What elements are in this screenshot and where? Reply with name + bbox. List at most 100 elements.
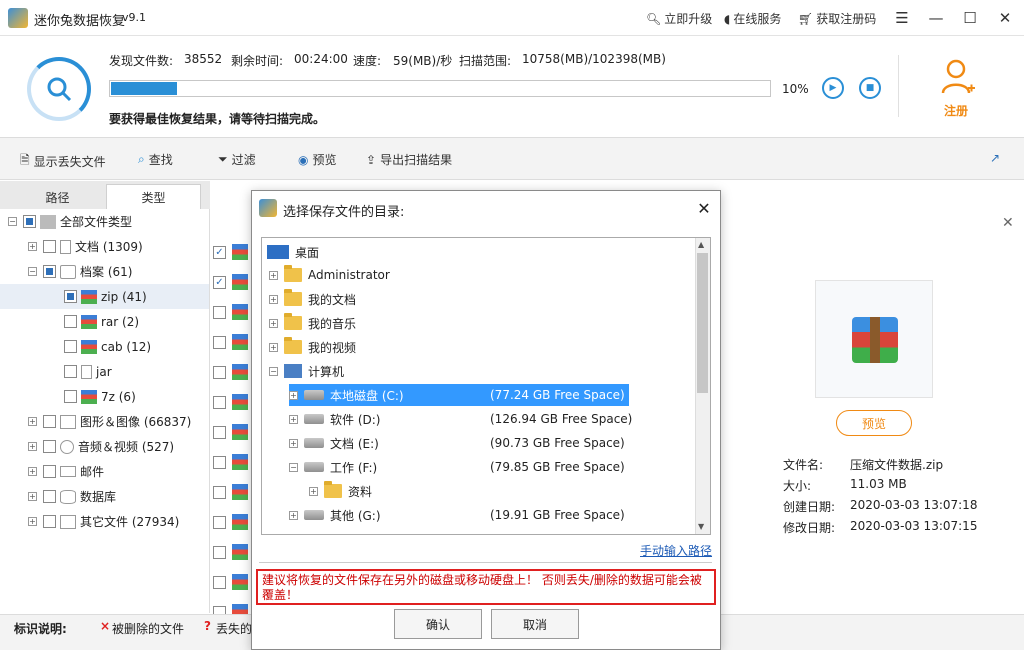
expand-icon[interactable]: + xyxy=(269,270,278,280)
expand-icon[interactable]: + xyxy=(289,438,298,448)
expand-icon[interactable]: + xyxy=(269,342,278,352)
export-results-button[interactable]: ⇪ 导出扫描结果 xyxy=(366,151,452,168)
expand-icon[interactable]: + xyxy=(28,517,37,526)
checkbox[interactable] xyxy=(43,515,56,528)
tree-item-rar[interactable]: rar (2) xyxy=(0,309,209,334)
expand-icon[interactable]: + xyxy=(28,242,37,251)
tree-item-database[interactable]: + 数据库 xyxy=(0,484,209,509)
tree-item-images[interactable]: + 图形＆图像 (66837) xyxy=(0,409,209,434)
dir-folder-ziliao[interactable]: + 资料 xyxy=(309,480,372,502)
dir-drive-e[interactable]: + 文档 (E:) (90.73 GB Free Space) xyxy=(289,432,625,454)
dir-drive-d[interactable]: + 软件 (D:) (126.94 GB Free Space) xyxy=(289,408,632,430)
row-checkbox[interactable] xyxy=(213,455,226,469)
expand-icon[interactable]: + xyxy=(269,294,278,304)
row-checkbox[interactable] xyxy=(213,275,226,289)
get-code-link[interactable]: 🛒︎ 获取注册码 xyxy=(798,10,876,27)
cancel-button[interactable]: 取消 xyxy=(491,609,579,639)
dir-administrator[interactable]: + Administrator xyxy=(269,264,390,286)
expand-icon[interactable]: + xyxy=(309,486,318,496)
find-button[interactable]: ⌕ 查找 xyxy=(138,151,173,168)
tab-type[interactable]: 类型 xyxy=(106,184,201,210)
menu-button[interactable]: ☰ xyxy=(889,6,915,30)
file-list-row[interactable] xyxy=(213,334,248,350)
online-service-link[interactable]: ◖ 在线服务 xyxy=(724,10,781,27)
row-checkbox[interactable] xyxy=(213,335,226,349)
dialog-close-button[interactable]: ✕ xyxy=(694,198,714,218)
collapse-icon[interactable]: − xyxy=(289,462,298,472)
tree-item-archives[interactable]: − 档案 (61) xyxy=(0,259,209,284)
expand-icon[interactable]: + xyxy=(269,318,278,328)
checkbox[interactable] xyxy=(43,440,56,453)
resume-button[interactable]: ▶ xyxy=(822,77,844,99)
checkbox[interactable] xyxy=(64,315,77,328)
checkbox[interactable] xyxy=(23,215,36,228)
tab-path[interactable]: 路径 xyxy=(10,184,105,210)
stop-button[interactable]: ■ xyxy=(859,77,881,99)
confirm-button[interactable]: 确认 xyxy=(394,609,482,639)
row-checkbox[interactable] xyxy=(213,365,226,379)
dir-my-videos[interactable]: + 我的视频 xyxy=(269,336,356,358)
dir-drive-f[interactable]: − 工作 (F:) (79.85 GB Free Space) xyxy=(289,456,625,478)
expand-icon[interactable]: + xyxy=(28,417,37,426)
checkbox[interactable] xyxy=(43,240,56,253)
dir-my-music[interactable]: + 我的音乐 xyxy=(269,312,356,334)
checkbox[interactable] xyxy=(64,290,77,303)
show-lost-files-button[interactable]: 🗎︎ 显示丢失文件 xyxy=(20,151,106,172)
file-list-row[interactable] xyxy=(213,244,248,260)
tree-item-7z[interactable]: 7z (6) xyxy=(0,384,209,409)
row-checkbox[interactable] xyxy=(213,425,226,439)
row-checkbox[interactable] xyxy=(213,395,226,409)
preview-toolbar-button[interactable]: ◉ 预览 xyxy=(298,151,337,168)
file-list-row[interactable] xyxy=(213,364,248,380)
row-checkbox[interactable] xyxy=(213,575,226,589)
scroll-up-icon[interactable]: ▲ xyxy=(698,240,704,249)
dir-desktop[interactable]: 桌面 xyxy=(267,241,319,263)
upgrade-link[interactable]: 🔍︎ 立即升级 xyxy=(646,10,712,27)
checkbox[interactable] xyxy=(64,390,77,403)
scroll-down-icon[interactable]: ▼ xyxy=(698,522,704,531)
minimize-button[interactable]: — xyxy=(923,6,949,30)
tree-item-mail[interactable]: + 邮件 xyxy=(0,459,209,484)
checkbox[interactable] xyxy=(43,265,56,278)
maximize-button[interactable]: ☐ xyxy=(957,6,983,30)
register-button[interactable]: 注册 xyxy=(944,102,968,119)
file-list-row[interactable] xyxy=(213,394,248,410)
dir-computer[interactable]: − 计算机 xyxy=(269,360,344,382)
checkbox[interactable] xyxy=(64,365,77,378)
expand-icon[interactable]: + xyxy=(28,467,37,476)
row-checkbox[interactable] xyxy=(213,485,226,499)
expand-icon[interactable]: + xyxy=(289,414,298,424)
tree-item-jar[interactable]: jar xyxy=(0,359,209,384)
tree-item-root[interactable]: − 全部文件类型 xyxy=(0,209,209,234)
collapse-icon[interactable]: − xyxy=(269,366,278,376)
row-checkbox[interactable] xyxy=(213,305,226,319)
collapse-icon[interactable]: − xyxy=(8,217,17,226)
file-list-row[interactable] xyxy=(213,574,248,590)
tree-item-docs[interactable]: + 文档 (1309) xyxy=(0,234,209,259)
dir-drive-c[interactable]: + 本地磁盘 (C:) (77.24 GB Free Space) xyxy=(289,384,629,406)
file-list-row[interactable] xyxy=(213,424,248,440)
tree-item-zip[interactable]: zip (41) xyxy=(0,284,209,309)
tree-item-media[interactable]: + 音频＆视频 (527) xyxy=(0,434,209,459)
file-list-row[interactable] xyxy=(213,274,248,290)
filter-button[interactable]: ⏷ 过滤 xyxy=(218,151,256,168)
dir-my-documents[interactable]: + 我的文档 xyxy=(269,288,356,310)
tree-item-cab[interactable]: cab (12) xyxy=(0,334,209,359)
checkbox[interactable] xyxy=(43,415,56,428)
checkbox[interactable] xyxy=(64,340,77,353)
close-window-button[interactable]: ✕ xyxy=(992,6,1018,30)
checkbox[interactable] xyxy=(43,465,56,478)
tree-item-others[interactable]: + 其它文件 (27934) xyxy=(0,509,209,534)
scrollbar-thumb[interactable] xyxy=(697,253,708,393)
expand-icon[interactable]: + xyxy=(289,390,298,400)
user-plus-icon[interactable] xyxy=(940,58,976,99)
file-list-row[interactable] xyxy=(213,544,248,560)
preview-button[interactable]: 预览 xyxy=(836,410,912,436)
expand-icon[interactable]: + xyxy=(289,510,298,520)
row-checkbox[interactable] xyxy=(213,245,226,259)
file-list-row[interactable] xyxy=(213,304,248,320)
share-button[interactable]: ↗ xyxy=(990,151,1000,165)
close-preview-button[interactable]: ✕ xyxy=(1002,215,1014,231)
expand-icon[interactable]: + xyxy=(28,442,37,451)
file-list-row[interactable] xyxy=(213,514,248,530)
